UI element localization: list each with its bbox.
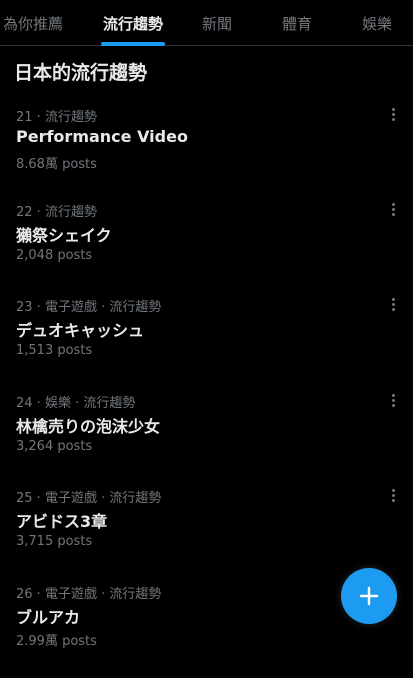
trend-meta: 22 · 流行趨勢	[16, 205, 97, 220]
more-options-icon[interactable]	[385, 392, 401, 408]
trend-rank: 25	[16, 491, 33, 506]
active-tab-indicator	[101, 42, 165, 46]
trend-item[interactable]: 23 · 電子遊戲 · 流行趨勢 デュオキャッシュ 1,513 posts	[0, 296, 413, 391]
trend-item[interactable]: 22 · 流行趨勢 獺祭シェイク 2,048 posts	[0, 201, 413, 296]
plus-icon	[359, 586, 379, 606]
trend-meta: 25 · 電子遊戲 · 流行趨勢	[16, 491, 162, 506]
trend-rank: 24	[16, 396, 33, 411]
tab-label: 新聞	[201, 14, 232, 33]
trend-category: 電子遊戲 · 流行趨勢	[44, 300, 162, 315]
trend-category: 電子遊戲 · 流行趨勢	[44, 587, 162, 602]
trend-rank: 26	[16, 587, 33, 602]
trend-category: 娛樂 · 流行趨勢	[44, 396, 136, 411]
tab-sports[interactable]: 體育	[270, 0, 324, 46]
trend-posts: 3,264 posts	[16, 439, 93, 454]
tab-label: 娛樂	[361, 14, 392, 33]
tab-news[interactable]: 新聞	[190, 0, 244, 46]
trend-name: デュオキャッシュ	[16, 321, 145, 340]
trend-meta: 24 · 娛樂 · 流行趨勢	[16, 396, 136, 411]
more-options-icon[interactable]	[385, 487, 401, 503]
more-options-icon[interactable]	[385, 201, 401, 217]
trend-rank: 21	[16, 110, 33, 125]
more-options-icon[interactable]	[385, 296, 401, 312]
trend-item[interactable]: 24 · 娛樂 · 流行趨勢 林檎売りの泡沫少女 3,264 posts	[0, 392, 413, 487]
trend-name: ブルアカ	[16, 608, 81, 627]
more-options-icon[interactable]	[385, 106, 401, 122]
tab-label: 為你推薦	[2, 14, 63, 33]
trend-name: 獺祭シェイク	[16, 226, 112, 245]
section-title: 日本的流行趨勢	[14, 62, 148, 84]
compose-button[interactable]	[341, 568, 397, 624]
trend-item[interactable]: 21 · 流行趨勢 Performance Video 8.68萬 posts	[0, 106, 413, 201]
trend-posts: 1,513 posts	[16, 343, 93, 358]
trend-name: 林檎売りの泡沫少女	[16, 417, 161, 436]
trend-rank: 22	[16, 205, 33, 220]
trend-rank: 23	[16, 300, 33, 315]
trend-meta: 23 · 電子遊戲 · 流行趨勢	[16, 300, 162, 315]
trend-category: 流行趨勢	[44, 205, 97, 220]
trend-name: アビドス3章	[16, 512, 108, 531]
trend-category: 流行趨勢	[44, 110, 97, 125]
tab-bar: 為你推薦 流行趨勢 新聞 體育 娛樂	[0, 0, 413, 46]
tab-for-you[interactable]: 為你推薦	[0, 0, 66, 46]
trend-category: 電子遊戲 · 流行趨勢	[44, 491, 162, 506]
trend-posts: 8.68萬 posts	[16, 157, 97, 172]
trend-posts: 3,715 posts	[16, 534, 93, 549]
trend-meta: 21 · 流行趨勢	[16, 110, 97, 125]
trend-item[interactable]: 25 · 電子遊戲 · 流行趨勢 アビドス3章 3,715 posts	[0, 487, 413, 582]
tab-label: 體育	[281, 14, 312, 33]
tab-entertainment[interactable]: 娛樂	[350, 0, 404, 46]
trend-name: Performance Video	[16, 127, 188, 146]
trend-posts: 2,048 posts	[16, 248, 93, 263]
trend-meta: 26 · 電子遊戲 · 流行趨勢	[16, 587, 162, 602]
tab-trending[interactable]: 流行趨勢	[92, 0, 174, 46]
tab-label: 流行趨勢	[102, 14, 163, 33]
